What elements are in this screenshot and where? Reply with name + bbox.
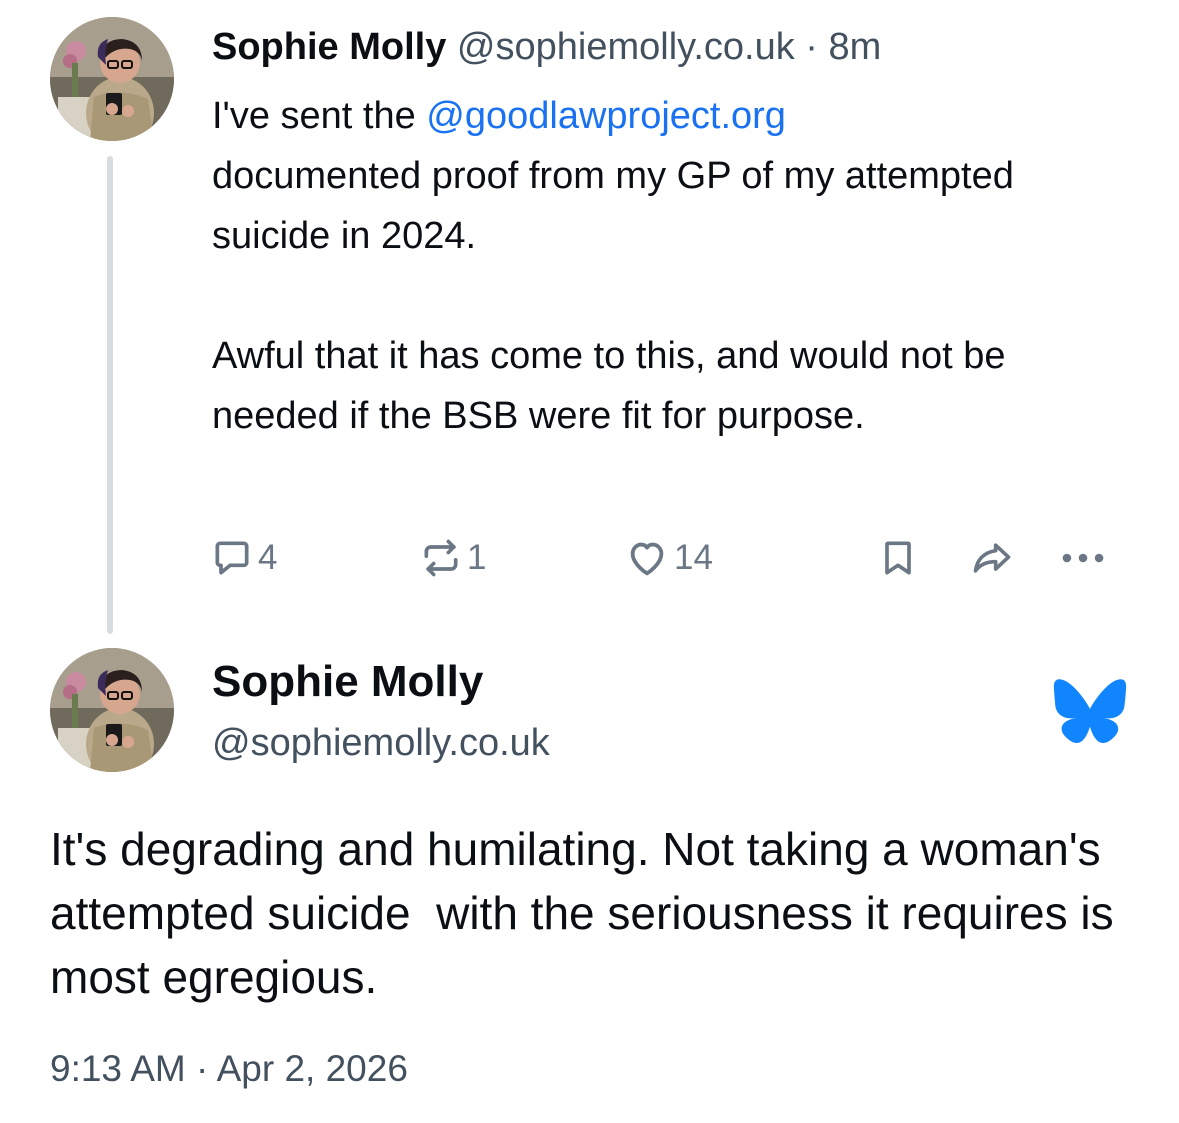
post-paragraph-2: Awful that it has come to this, and woul…: [212, 335, 1006, 437]
author-name[interactable]: Sophie Molly: [212, 26, 446, 68]
body-prefix: I've sent the: [212, 95, 427, 137]
ellipsis-icon: [1062, 553, 1104, 563]
like-count: 14: [674, 538, 713, 577]
repost-count: 1: [467, 538, 487, 577]
author-name[interactable]: Sophie Molly: [212, 654, 483, 710]
heart-outline-icon: [630, 542, 664, 576]
bookmark-button[interactable]: [876, 530, 920, 586]
thread-connector-line: [107, 156, 113, 634]
post-paragraph-1: I've sent the @goodlawproject.org documen…: [212, 86, 1112, 266]
more-options-button[interactable]: [1058, 530, 1108, 586]
post-header: Sophie Molly @sophiemolly.co.uk · 8m: [212, 22, 881, 72]
post-timestamp[interactable]: 9:13 AM · Apr 2, 2026: [50, 1044, 408, 1094]
author-handle[interactable]: @sophiemolly.co.uk: [212, 718, 550, 768]
post-body: It's degrading and humilating. Not takin…: [50, 823, 1127, 1003]
author-handle[interactable]: @sophiemolly.co.uk: [457, 26, 795, 68]
speech-bubble-icon: [215, 541, 249, 575]
bluesky-butterfly-icon: [1052, 678, 1128, 744]
header-separator: ·: [805, 26, 818, 68]
post-actions-bar: 4 1 14: [206, 530, 1116, 586]
share-arrow-icon: [973, 543, 1011, 573]
post-body: I've sent the @goodlawproject.org documen…: [212, 86, 1112, 446]
reply-count: 4: [258, 538, 278, 577]
repost-button[interactable]: 1: [419, 530, 486, 586]
like-button[interactable]: 14: [624, 530, 713, 586]
body-continuation: documented proof from my GP of my attemp…: [212, 155, 1014, 257]
mention-link[interactable]: @goodlawproject.org: [426, 95, 786, 137]
avatar[interactable]: [50, 648, 174, 772]
share-button[interactable]: [968, 530, 1016, 586]
bookmark-icon: [885, 541, 911, 575]
reply-button[interactable]: 4: [210, 530, 277, 586]
repost-arrows-icon: [424, 539, 458, 577]
relative-time[interactable]: 8m: [829, 26, 882, 68]
avatar[interactable]: [50, 17, 174, 141]
